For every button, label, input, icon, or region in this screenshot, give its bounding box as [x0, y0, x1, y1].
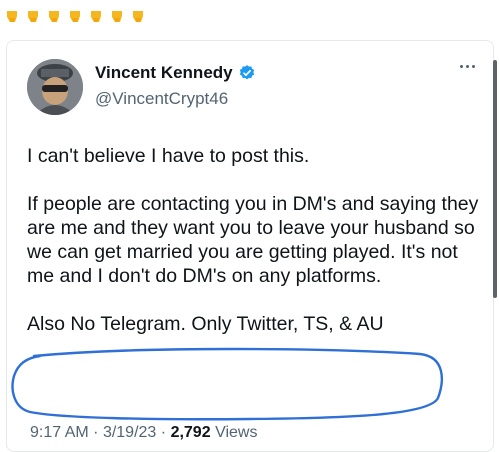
tweet-paragraph: I can't believe I have to post this.	[27, 145, 310, 167]
user-handle[interactable]: @VincentCrypt46	[95, 89, 228, 109]
more-options-icon[interactable]	[457, 61, 477, 71]
tweet-card: Vincent Kennedy @VincentCrypt46 I can't …	[6, 40, 494, 452]
backhand-index-pointing-down-icon	[130, 8, 146, 24]
tweet-time[interactable]: 9:17 AM	[30, 424, 89, 441]
avatar[interactable]	[27, 59, 83, 115]
backhand-index-pointing-down-icon	[46, 8, 62, 24]
author-name-row[interactable]: Vincent Kennedy	[95, 63, 256, 83]
scrollbar[interactable]	[493, 60, 497, 298]
meta-separator: ·	[93, 424, 99, 441]
meta-separator: ·	[160, 424, 167, 441]
backhand-index-pointing-down-icon	[4, 8, 20, 24]
backhand-index-pointing-down-icon	[109, 8, 125, 24]
views-label: Views	[215, 424, 258, 441]
backhand-index-pointing-down-icon	[67, 8, 83, 24]
backhand-index-pointing-down-icon	[88, 8, 104, 24]
tweet-date[interactable]: 3/19/23	[103, 424, 156, 441]
display-name[interactable]: Vincent Kennedy	[95, 63, 233, 83]
tweet-meta: 9:17 AM · 3/19/23 · 2,792 Views	[30, 424, 257, 442]
tweet-paragraph: If people are contacting you in DM's and…	[27, 193, 479, 287]
emoji-row	[4, 8, 146, 24]
verified-badge-icon	[238, 64, 256, 82]
backhand-index-pointing-down-icon	[25, 8, 41, 24]
views-count: 2,792	[170, 424, 211, 441]
tweet-paragraph: Also No Telegram. Only Twitter, TS, & AU	[27, 313, 384, 335]
tweet-text: I can't believe I have to post this. If …	[27, 144, 482, 336]
